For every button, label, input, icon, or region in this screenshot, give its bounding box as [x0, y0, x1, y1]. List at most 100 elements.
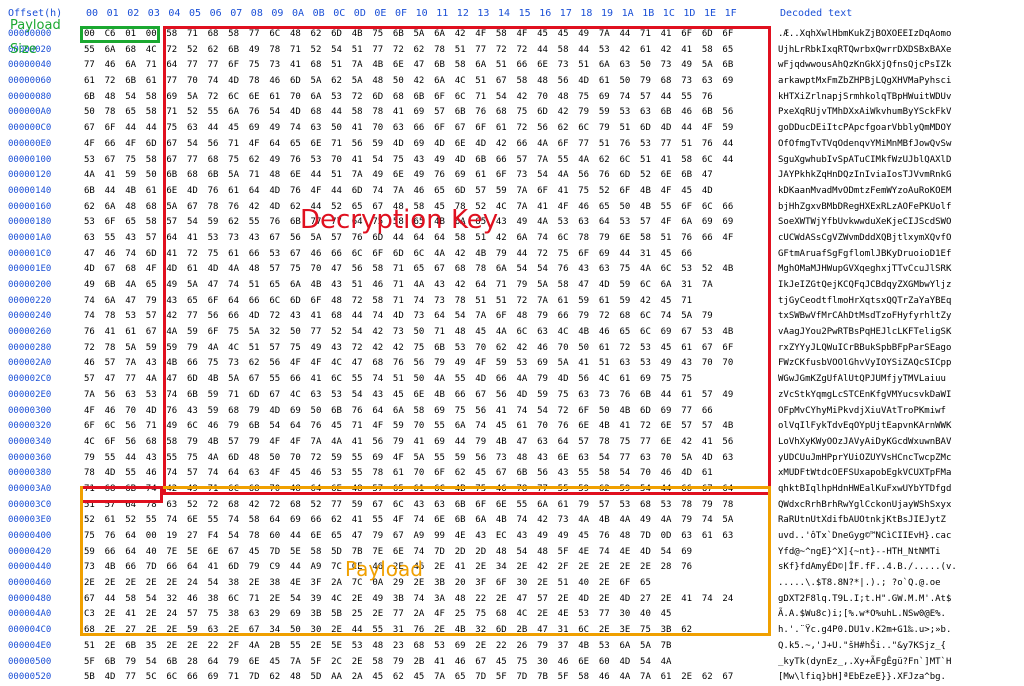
hex-byte[interactable]: 49: [84, 278, 105, 294]
hex-byte[interactable]: 58: [372, 655, 393, 671]
hex-byte[interactable]: 7A: [640, 670, 661, 686]
row-decoded-text[interactable]: Ã.A.$Wu8c)i;[%.w*O%uhL.NSw0@E%.: [778, 607, 946, 623]
row-decoded-text[interactable]: rxZYYyJLQWuICrBBukSpbBFpParSEago: [778, 341, 951, 357]
hex-byte[interactable]: 4A: [661, 655, 682, 671]
hex-byte[interactable]: 6B: [105, 655, 126, 671]
row-decoded-text[interactable]: SoeXWTWjYfbUvkwwduXeKjeCIJScdSWO: [778, 215, 951, 231]
row-decoded-text[interactable]: kDKaanMvadMvODmtzFemWYzoAuRoKOEM: [778, 184, 951, 200]
hex-byte[interactable]: 2E: [311, 639, 332, 655]
hex-byte[interactable]: 6A: [105, 294, 126, 310]
hex-byte[interactable]: 79: [84, 451, 105, 467]
row-decoded-text[interactable]: _kyTk(dynEz_,.Xy+ÃFgÊgü?Fn`]MT`H: [778, 655, 951, 671]
hex-byte[interactable]: 68: [125, 262, 146, 278]
hex-byte[interactable]: 61: [125, 325, 146, 341]
hex-byte[interactable]: 35: [146, 639, 167, 655]
hex-byte[interactable]: 46: [105, 247, 126, 263]
row-decoded-text[interactable]: .....\.$T8.8N?*|.).; ?o`Q.@.oe: [778, 576, 941, 592]
hex-byte[interactable]: 5F: [311, 655, 332, 671]
hex-byte[interactable]: 53: [125, 309, 146, 325]
hex-byte[interactable]: 58: [578, 670, 599, 686]
hex-byte[interactable]: 78: [105, 105, 126, 121]
hex-byte[interactable]: 2F: [228, 639, 249, 655]
hex-byte[interactable]: 55: [290, 639, 311, 655]
hex-byte[interactable]: 41: [434, 655, 455, 671]
hex-byte[interactable]: 7B: [661, 639, 682, 655]
hex-byte[interactable]: 72: [84, 341, 105, 357]
hex-byte[interactable]: 4D: [105, 670, 126, 686]
hex-byte[interactable]: 4B: [125, 184, 146, 200]
hex-byte[interactable]: 79: [228, 655, 249, 671]
hex-byte[interactable]: 4B: [578, 639, 599, 655]
hex-byte[interactable]: 68: [125, 43, 146, 59]
hex-byte[interactable]: 56: [105, 388, 126, 404]
row-decoded-text[interactable]: sKf}fdAmyÉD©|ÎF.fF..4.B./.....(v.: [778, 560, 957, 576]
row-decoded-text[interactable]: zVcStkYqmgLcSTCEnKfgVMYucsvkDaWI: [778, 388, 951, 404]
hex-byte[interactable]: 71: [228, 670, 249, 686]
row-decoded-text[interactable]: PxeXqRUjvTMhDXxAiWkvhumByYSckFkV: [778, 105, 951, 121]
hex-byte[interactable]: 7D: [516, 670, 537, 686]
hex-byte[interactable]: 47: [125, 294, 146, 310]
hex-byte[interactable]: 74: [125, 247, 146, 263]
hex-byte[interactable]: 2A: [352, 670, 373, 686]
hex-byte[interactable]: 4D: [84, 262, 105, 278]
hex-byte[interactable]: 6A: [125, 58, 146, 74]
hex-byte[interactable]: 6C: [166, 670, 187, 686]
hex-byte[interactable]: 6B: [84, 184, 105, 200]
row-decoded-text[interactable]: yUDCUuJmHPprYUiOZUYVsHCncTwcpZMc: [778, 451, 951, 467]
hex-byte[interactable]: 43: [125, 231, 146, 247]
hex-byte[interactable]: 6F: [105, 121, 126, 137]
hex-byte[interactable]: 2E: [681, 670, 702, 686]
hex-byte[interactable]: 67: [475, 655, 496, 671]
hex-byte[interactable]: 2B: [269, 639, 290, 655]
row-decoded-text[interactable]: txSWBwVfMrCAhDtMsdTzoFHyfyrhltZy: [778, 309, 951, 325]
hex-byte[interactable]: 2E: [475, 639, 496, 655]
hex-byte[interactable]: 46: [84, 356, 105, 372]
hex-byte[interactable]: 2E: [105, 639, 126, 655]
hex-byte[interactable]: 50: [84, 105, 105, 121]
hex-byte[interactable]: 6F: [105, 435, 126, 451]
hex-byte[interactable]: 2B: [414, 655, 435, 671]
row-decoded-text[interactable]: .Æ..XqhXwlHbmKukZjBOXOEEIzDqAomo: [778, 27, 951, 43]
row-hex-bytes[interactable]: 51 2E 6B 35 2E 2E 22 2F 4A 2B 55 2E 5E 53 48 23 68 53 69 2E…: [84, 639, 681, 655]
hex-byte[interactable]: 2E: [187, 639, 208, 655]
hex-byte[interactable]: 56: [125, 435, 146, 451]
hex-byte[interactable]: 74: [84, 294, 105, 310]
hex-byte[interactable]: 23: [393, 639, 414, 655]
row-decoded-text[interactable]: gDXT2F8lq.T9L.I;t.H".GW.M.M'.At$: [778, 592, 951, 608]
hex-byte[interactable]: 55: [105, 451, 126, 467]
row-decoded-text[interactable]: IkJeIZGtQejKCQFqJCBdqyZXGMbwYljz: [778, 278, 951, 294]
hex-byte[interactable]: 46: [558, 655, 579, 671]
row-decoded-text[interactable]: wFjqdwwousAhQzKnGkXjQfnsQjcPsIZk: [778, 58, 951, 74]
hex-byte[interactable]: 2E: [166, 639, 187, 655]
hex-byte[interactable]: 48: [105, 90, 126, 106]
hex-byte[interactable]: 6E: [249, 655, 270, 671]
hex-byte[interactable]: 76: [84, 325, 105, 341]
row-decoded-text[interactable]: cUCWdASsCgVZWvmDddXQBjtlxymXQvfO: [778, 231, 951, 247]
hex-byte[interactable]: 6B: [125, 74, 146, 90]
row-decoded-text[interactable]: arkawptMxFmZbZHPBjLQgXHVMaPyhsci: [778, 74, 951, 90]
hex-byte[interactable]: 66: [105, 137, 126, 153]
hex-byte[interactable]: 5F: [496, 670, 517, 686]
hex-byte[interactable]: 5C: [146, 670, 167, 686]
hex-byte[interactable]: 28: [187, 655, 208, 671]
row-decoded-text[interactable]: vAagJYou2PwRTBsPqHEJlcLKFTeligSK: [778, 325, 951, 341]
hex-byte[interactable]: 55: [105, 231, 126, 247]
hex-byte[interactable]: 4D: [619, 655, 640, 671]
hex-byte[interactable]: 59: [125, 168, 146, 184]
hex-byte[interactable]: 46: [105, 58, 126, 74]
hex-byte[interactable]: 44: [125, 121, 146, 137]
hex-byte[interactable]: 62: [393, 670, 414, 686]
hex-byte[interactable]: 4A: [125, 278, 146, 294]
hex-byte[interactable]: 5A: [640, 639, 661, 655]
hex-byte[interactable]: 69: [208, 670, 229, 686]
hex-byte[interactable]: 48: [290, 670, 311, 686]
hex-byte[interactable]: 53: [84, 215, 105, 231]
row-decoded-text[interactable]: OFpMvCYhyMiPkvdjXiuVAtTroPKmiwf: [778, 404, 946, 420]
hex-byte[interactable]: 57: [84, 372, 105, 388]
hex-byte[interactable]: 47: [105, 372, 126, 388]
hex-byte[interactable]: 70: [125, 404, 146, 420]
hex-byte[interactable]: 53: [434, 639, 455, 655]
hex-byte[interactable]: 6B: [105, 278, 126, 294]
hex-byte[interactable]: 5B: [84, 670, 105, 686]
hex-byte[interactable]: 5D: [311, 670, 332, 686]
